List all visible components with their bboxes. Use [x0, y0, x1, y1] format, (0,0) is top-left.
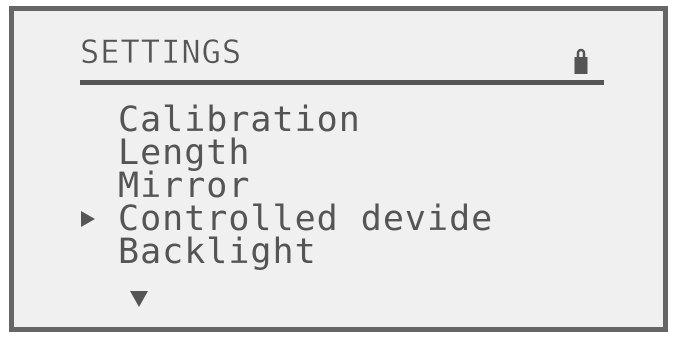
settings-menu: Calibration Length Mirror Controlled dev… — [81, 103, 493, 270]
menu-item-backlight[interactable]: Backlight — [118, 235, 493, 270]
selection-cursor-icon — [81, 211, 95, 227]
title-divider — [80, 80, 604, 85]
page-title: SETTINGS — [80, 33, 243, 71]
menu-item-label: Backlight — [118, 232, 317, 272]
chevron-down-icon[interactable] — [130, 291, 148, 307]
lock-icon — [574, 48, 588, 74]
